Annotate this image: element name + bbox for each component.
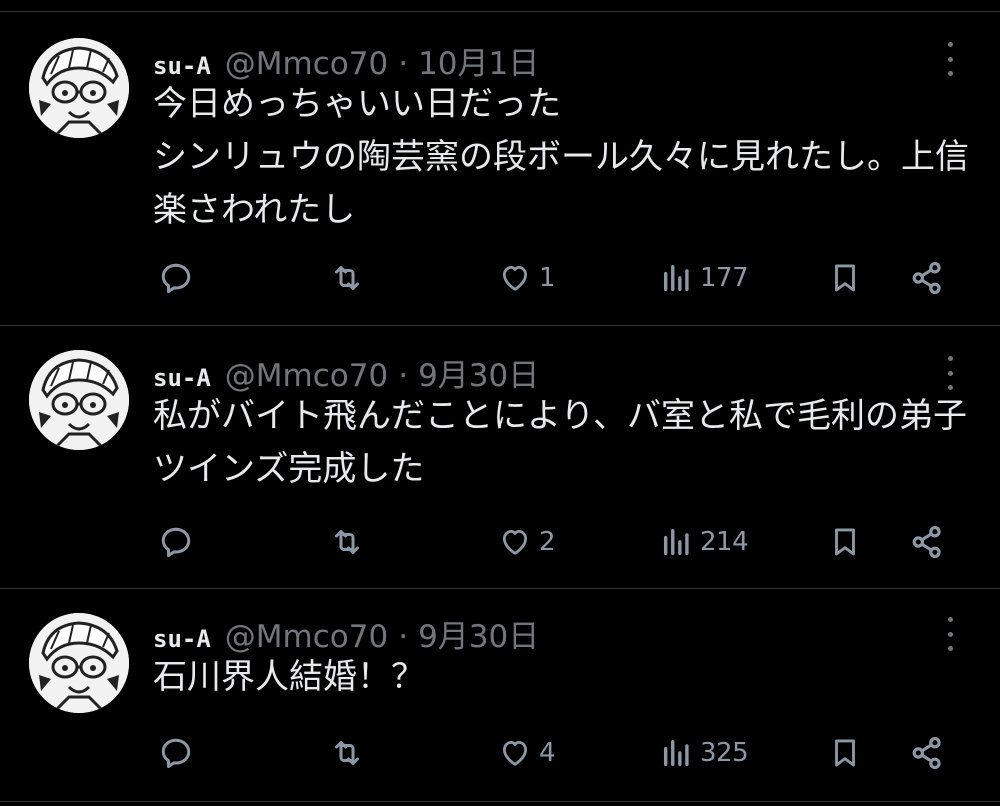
share-button[interactable] [908, 258, 946, 298]
tweet[interactable]: su-A @Mmco70 · 9月30日 私がバイト飛んだことにより、バ室と私で… [0, 326, 1000, 589]
reply-button[interactable] [158, 258, 194, 298]
retweet-button[interactable] [328, 258, 366, 298]
like-count: 1 [539, 263, 556, 293]
action-bar: 1 177 [0, 258, 1000, 298]
heart-icon [502, 740, 528, 766]
display-name[interactable]: su-A [153, 364, 211, 392]
avatar-drawing-icon [29, 38, 129, 138]
bookmark-button[interactable] [828, 522, 862, 562]
timestamp[interactable]: 9月30日 [418, 611, 539, 656]
views-icon [663, 528, 689, 556]
share-icon [912, 737, 941, 769]
display-name[interactable]: su-A [153, 625, 211, 653]
like-count: 4 [539, 738, 556, 768]
retweet-icon [335, 741, 359, 765]
view-count: 214 [700, 527, 749, 557]
tweet[interactable]: su-A @Mmco70 · 9月30日 石川界人結婚！？ 4 325 [0, 589, 1000, 802]
handle[interactable]: @Mmco70 [225, 358, 388, 394]
separator: · [398, 358, 409, 394]
tweet[interactable]: su-A @Mmco70 · 10月1日 今日めっちゃいい日だった シンリュウの… [0, 12, 1000, 326]
reply-button[interactable] [158, 522, 194, 562]
action-bar: 2 214 [0, 522, 1000, 562]
separator: · [398, 46, 409, 82]
tweet-text: 石川界人結婚！？ [153, 657, 425, 697]
tweet-text: 私がバイト飛んだことにより、バ室と私で毛利の弟子ツインズ完成した [153, 396, 967, 489]
views-icon [663, 264, 689, 292]
timestamp[interactable]: 10月1日 [418, 38, 539, 83]
avatar[interactable] [29, 350, 129, 450]
tweet-header: su-A @Mmco70 · 9月30日 [153, 611, 539, 656]
retweet-icon [335, 266, 359, 290]
views-button[interactable]: 214 [660, 522, 749, 562]
more-icon[interactable] [942, 356, 958, 390]
tweet-header: su-A @Mmco70 · 9月30日 [153, 350, 539, 395]
avatar-drawing-icon [29, 613, 129, 713]
handle[interactable]: @Mmco70 [225, 619, 388, 655]
reply-icon [161, 738, 191, 768]
separator: · [398, 619, 409, 655]
handle[interactable]: @Mmco70 [225, 46, 388, 82]
views-button[interactable]: 325 [660, 733, 749, 773]
bookmark-icon [835, 739, 855, 767]
like-count: 2 [539, 527, 556, 557]
timestamp[interactable]: 9月30日 [418, 350, 539, 395]
action-bar: 4 325 [0, 733, 1000, 773]
retweet-button[interactable] [328, 733, 366, 773]
retweet-icon [335, 530, 359, 554]
like-button[interactable]: 1 [497, 258, 556, 298]
bookmark-button[interactable] [828, 258, 862, 298]
bookmark-icon [835, 264, 855, 292]
timeline-feed: su-A @Mmco70 · 10月1日 今日めっちゃいい日だった シンリュウの… [0, 0, 1000, 806]
views-button[interactable]: 177 [660, 258, 749, 298]
share-icon [912, 526, 941, 558]
like-button[interactable]: 2 [497, 522, 556, 562]
share-button[interactable] [908, 522, 946, 562]
tweet-header: su-A @Mmco70 · 10月1日 [153, 38, 539, 83]
heart-icon [502, 529, 528, 555]
view-count: 325 [700, 738, 749, 768]
share-icon [912, 262, 941, 294]
view-count: 177 [700, 263, 749, 293]
reply-icon [161, 263, 191, 293]
avatar[interactable] [29, 38, 129, 138]
reply-button[interactable] [158, 733, 194, 773]
tweet-text: 今日めっちゃいい日だった シンリュウの陶芸窯の段ボール久々に見れたし。上信楽さわ… [153, 84, 969, 230]
avatar-drawing-icon [29, 350, 129, 450]
like-button[interactable]: 4 [497, 733, 556, 773]
retweet-button[interactable] [328, 522, 366, 562]
more-icon[interactable] [942, 617, 958, 651]
display-name[interactable]: su-A [153, 52, 211, 80]
views-icon [663, 739, 689, 767]
avatar[interactable] [29, 613, 129, 713]
heart-icon [502, 265, 528, 291]
reply-icon [161, 527, 191, 557]
bookmark-icon [835, 528, 855, 556]
bookmark-button[interactable] [828, 733, 862, 773]
more-icon[interactable] [942, 42, 958, 76]
share-button[interactable] [908, 733, 946, 773]
